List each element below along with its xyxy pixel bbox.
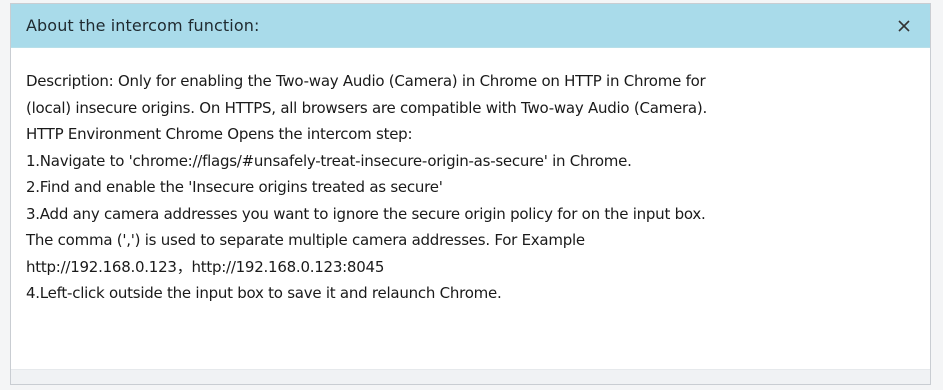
step-2: 2.Find and enable the 'Insecure origins … xyxy=(26,178,443,196)
step-3: 3.Add any camera addresses you want to i… xyxy=(26,204,706,223)
dialog-body: Description: Only for enabling the Two-w… xyxy=(11,48,930,307)
description-line-1: Description: Only for enabling the Two-w… xyxy=(26,72,706,90)
dialog-title: About the intercom function: xyxy=(26,16,260,35)
dialog-header: About the intercom function: xyxy=(11,4,930,48)
intercom-info-dialog: About the intercom function: Description… xyxy=(10,3,931,385)
close-button[interactable] xyxy=(892,14,916,38)
description-line-2: (local) insecure origins. On HTTPS, all … xyxy=(26,98,707,117)
step-1: 1.Navigate to 'chrome://flags/#unsafely-… xyxy=(26,151,632,170)
close-icon xyxy=(898,19,910,32)
step-4: 4.Left-click outside the input box to sa… xyxy=(26,284,502,302)
steps-heading: HTTP Environment Chrome Opens the interc… xyxy=(26,125,413,143)
step-3-example: http://192.168.0.123，http://192.168.0.12… xyxy=(26,257,385,276)
dialog-footer xyxy=(11,369,930,384)
step-3-note: The comma (',') is used to separate mult… xyxy=(26,231,585,249)
